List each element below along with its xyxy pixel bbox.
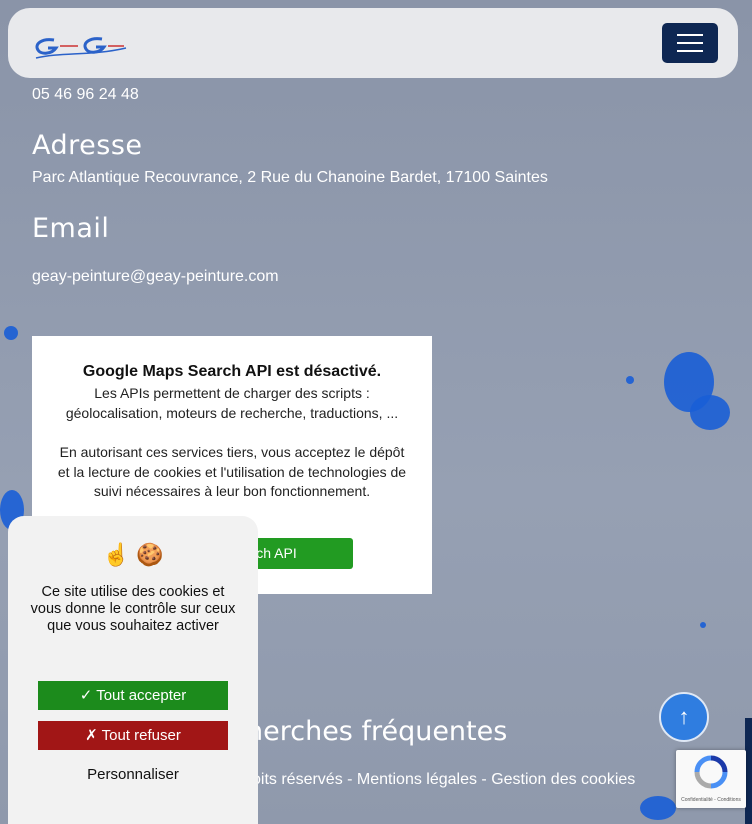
maps-notice-title: Google Maps Search API est désactivé. (82, 363, 382, 380)
paint-splat (640, 796, 676, 820)
paint-splat (700, 622, 706, 628)
address-heading: Adresse (32, 130, 143, 161)
paint-splat (626, 376, 634, 384)
menu-toggle-button[interactable] (662, 23, 718, 63)
email-link[interactable]: geay-peinture@geay-peinture.com (32, 268, 279, 286)
frequent-searches-heading: herches fréquentes (246, 716, 508, 747)
maps-notice-text: Les APIs permettent de charger des scrip… (65, 385, 399, 421)
maps-notice-text: En autorisant ces services tiers, vous a… (57, 444, 407, 499)
recaptcha-badge[interactable]: Confidentialité - Conditions (676, 750, 746, 808)
navbar (8, 8, 738, 78)
footer-links-text[interactable]: oits réservés - Mentions légales - Gesti… (252, 771, 635, 788)
refuse-all-button[interactable]: ✗ Tout refuser (38, 721, 228, 750)
recaptcha-label: Confidentialité - Conditions (681, 797, 741, 803)
cookie-message: Ce site utilise des cookies et vous donn… (30, 584, 236, 634)
logo-icon[interactable] (32, 34, 128, 64)
address-text: Parc Atlantique Recouvrance, 2 Rue du Ch… (32, 169, 548, 186)
phone-number[interactable]: 05 46 96 24 48 (32, 86, 139, 104)
hamburger-icon (677, 42, 703, 44)
paint-splat (690, 395, 730, 430)
hamburger-icon (677, 34, 703, 36)
recaptcha-icon (694, 755, 728, 789)
side-edge-bar (745, 718, 752, 824)
footer-links: oits réservés - Mentions légales - Gesti… (252, 771, 635, 789)
paint-splat (4, 326, 18, 340)
cookie-icon: ☝ 🍪 (102, 542, 164, 567)
scroll-to-top-button[interactable]: ↑ (659, 692, 709, 742)
customize-button[interactable]: Personnaliser (8, 766, 258, 783)
accept-all-button[interactable]: ✓ Tout accepter (38, 681, 228, 710)
email-heading: Email (32, 213, 110, 244)
cookie-banner: ☝ 🍪 Ce site utilise des cookies et vous … (8, 516, 258, 824)
hamburger-icon (677, 50, 703, 52)
arrow-up-icon: ↑ (678, 704, 690, 729)
